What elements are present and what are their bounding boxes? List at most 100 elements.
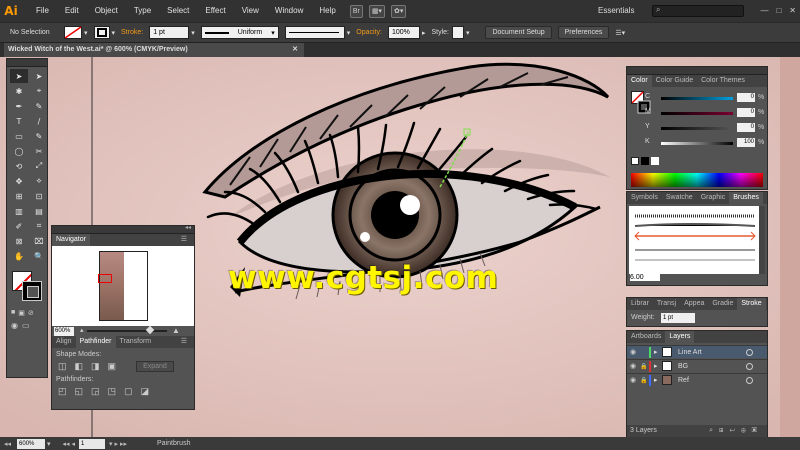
eyedropper-tool-icon[interactable]: ✐ (10, 219, 28, 233)
unite-icon[interactable]: ◫ (58, 361, 67, 372)
magenta-slider[interactable] (661, 112, 733, 115)
tab-pathfinder[interactable]: Pathfinder (75, 336, 116, 348)
tab-color-themes[interactable]: Color Themes (697, 75, 749, 87)
stroke-swatch[interactable]: ▾ (93, 26, 115, 39)
yellow-slider[interactable] (661, 127, 733, 130)
navigator-zoom-field[interactable]: 600% (54, 326, 74, 336)
none-mode-icon[interactable]: ⊘ (28, 309, 34, 317)
stroke-label[interactable]: Stroke: (121, 29, 143, 36)
menu-select[interactable]: Select (159, 0, 197, 22)
symbol-sprayer-tool-icon[interactable]: ⊠ (10, 234, 28, 248)
tab-transform[interactable]: Transform (116, 336, 156, 348)
panel-menu-icon[interactable]: ☰ (177, 234, 191, 246)
visibility-eye-icon[interactable]: ◉ (627, 362, 639, 370)
tab-brushes[interactable]: Brushes (729, 192, 763, 204)
tab-color-guide[interactable]: Color Guide (652, 75, 697, 87)
black-slider[interactable] (661, 142, 733, 145)
tab-artboards[interactable]: Artboards (627, 331, 665, 343)
pathfinder-menu-icon[interactable]: ☰ (177, 336, 191, 348)
divide-icon[interactable]: ◰ (58, 386, 67, 397)
expand-button[interactable]: Expand (136, 361, 174, 372)
expand-triangle-icon[interactable]: ▸ (654, 348, 662, 356)
free-transform-tool-icon[interactable]: ⟡ (30, 174, 48, 188)
opacity-label[interactable]: Opacity: (356, 29, 382, 36)
view-box[interactable] (98, 274, 112, 283)
menu-type[interactable]: Type (126, 0, 159, 22)
cyan-value[interactable]: 0 (737, 93, 755, 102)
tab-appearance[interactable]: Appea (680, 298, 708, 310)
magic-wand-tool-icon[interactable]: ✱ (10, 84, 28, 98)
mesh-tool-icon[interactable]: ▤ (30, 204, 48, 218)
minimize-icon[interactable]: — (760, 0, 768, 22)
document-tab[interactable]: Wicked Witch of the West.ai* @ 600% (CMY… (4, 43, 304, 57)
lock-icon[interactable]: 🔒 (639, 377, 649, 384)
direct-selection-tool-icon[interactable]: ➤ (30, 69, 48, 83)
crop-icon[interactable]: ◳ (108, 386, 117, 397)
artboard-number-field[interactable]: 1 (79, 438, 106, 449)
shape-builder-tool-icon[interactable]: ⊞ (10, 189, 28, 203)
screen-mode-icon[interactable]: ▭ (22, 321, 30, 330)
preferences-button[interactable]: Preferences (557, 26, 610, 39)
fill-swatch[interactable]: ▾ (64, 26, 88, 39)
menu-file[interactable]: File (28, 0, 57, 22)
yellow-value[interactable]: 0 (737, 123, 755, 132)
target-circle-icon[interactable] (746, 362, 753, 370)
lock-icon[interactable]: 🔒 (639, 363, 649, 370)
intersect-icon[interactable]: ◨ (91, 361, 100, 372)
tab-transparency[interactable]: Transj (653, 298, 680, 310)
blob-brush-tool-icon[interactable]: ◯ (10, 144, 28, 158)
bridge-icon[interactable]: Br (349, 4, 363, 18)
tab-swatches[interactable]: Swatche (662, 192, 697, 204)
tab-layers[interactable]: Layers (665, 331, 695, 343)
stroke-weight-field[interactable]: 1 pt (149, 26, 190, 39)
layer-row[interactable]: ◉ ▸ Line Art (627, 345, 767, 358)
minus-back-icon[interactable]: ◪ (141, 386, 150, 397)
outline-icon[interactable]: ▢ (124, 386, 133, 397)
brush-icon[interactable]: ✿▾ (390, 4, 407, 18)
variable-width-profile[interactable]: Uniform ▾ (200, 26, 279, 39)
menu-window[interactable]: Window (267, 0, 311, 22)
menu-edit[interactable]: Edit (57, 0, 87, 22)
stroke-swatch-black[interactable] (22, 281, 42, 301)
zoom-in-icon[interactable]: ▲ (172, 326, 180, 335)
blend-tool-icon[interactable]: ⌗ (30, 219, 48, 233)
none-swatch[interactable] (631, 157, 639, 165)
close-icon[interactable]: ✕ (789, 0, 796, 22)
expand-triangle-icon[interactable]: ▸ (654, 362, 662, 370)
tab-stroke[interactable]: Stroke (737, 298, 766, 310)
black-value[interactable]: 100 (737, 138, 755, 147)
tab-navigator[interactable]: Navigator (52, 234, 90, 246)
tab-graphic-styles[interactable]: Graphic (697, 192, 730, 204)
curvature-tool-icon[interactable]: ✎ (30, 99, 48, 113)
menu-effect[interactable]: Effect (197, 0, 233, 22)
tab-libraries[interactable]: Librar (627, 298, 653, 310)
magenta-value[interactable]: 0 (737, 108, 755, 117)
type-tool-icon[interactable]: T (10, 114, 28, 128)
navigator-preview[interactable] (52, 246, 194, 326)
brushes-scrollbar[interactable] (759, 206, 765, 274)
tab-symbols[interactable]: Symbols (627, 192, 662, 204)
graph-tool-icon[interactable]: ⌧ (30, 234, 48, 248)
navigator-panel-header[interactable]: ◂◂ (52, 225, 194, 234)
color-mode-icon[interactable]: ■ (11, 309, 15, 317)
scale-tool-icon[interactable]: ⤢ (30, 159, 48, 173)
opacity-field[interactable]: 100% (387, 26, 420, 39)
trim-icon[interactable]: ◱ (75, 386, 84, 397)
perspective-tool-icon[interactable]: ▥ (10, 204, 28, 218)
lasso-tool-icon[interactable]: ⌖ (30, 84, 48, 98)
gradient-mode-icon[interactable]: ▣ (18, 309, 25, 317)
black-swatch[interactable] (641, 157, 649, 165)
workspace-switcher[interactable]: Essentials (598, 0, 634, 22)
arrange-documents-icon[interactable]: ▦▾ (368, 4, 385, 18)
first-artboard-icon[interactable]: ◂◂ ◂ (63, 440, 76, 448)
layer-row[interactable]: ◉ 🔒 ▸ BG (627, 359, 767, 372)
layer-row[interactable]: ◉ 🔒 ▸ Ref (627, 373, 767, 386)
next-artboard-icon[interactable]: ▾ ▸ ▸▸ (109, 440, 127, 448)
brush-library-list[interactable] (629, 206, 761, 274)
minus-front-icon[interactable]: ◧ (75, 361, 84, 372)
prev-view-icon[interactable]: ◂◂ (4, 440, 11, 448)
style-swatch[interactable] (451, 26, 464, 39)
tab-gradient[interactable]: Gradie (708, 298, 737, 310)
eraser-tool-icon[interactable]: ✂ (30, 144, 48, 158)
zoom-tool-icon[interactable]: 🔍 (30, 249, 48, 263)
